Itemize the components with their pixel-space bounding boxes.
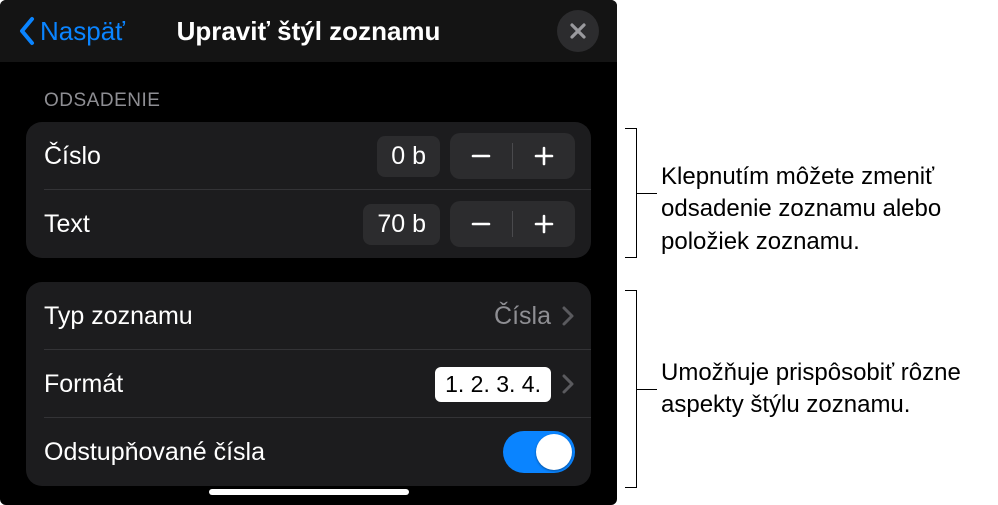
format-row[interactable]: Formát 1. 2. 3. 4. (26, 350, 591, 418)
annotations-pane: Klepnutím môžete zmeniť odsadenie zoznam… (617, 0, 998, 505)
callout-leader (637, 193, 657, 194)
list-type-label: Typ zoznamu (44, 302, 193, 331)
back-label: Naspäť (40, 16, 125, 47)
indent-number-row: Číslo 0 b (26, 122, 591, 190)
tiered-numbers-label: Odstupňované čísla (44, 438, 265, 467)
indent-text-decrement[interactable] (450, 201, 512, 247)
indent-text-increment[interactable] (513, 201, 575, 247)
callout-bracket (625, 128, 637, 258)
indent-number-stepper (450, 133, 575, 179)
tiered-numbers-row: Odstupňované čísla (26, 418, 591, 486)
ios-panel: Naspäť Upraviť štýl zoznamu ODSADENIE Čí… (0, 0, 617, 505)
tiered-numbers-toggle[interactable] (503, 431, 575, 473)
format-label: Formát (44, 370, 123, 399)
indent-number-value[interactable]: 0 b (377, 136, 440, 177)
home-indicator (209, 489, 409, 495)
minus-icon (470, 213, 492, 235)
indent-text-stepper (450, 201, 575, 247)
indent-text-label: Text (44, 210, 90, 239)
close-button[interactable] (557, 10, 599, 52)
list-style-group: Typ zoznamu Čísla Formát 1. 2. 3. 4. Ods… (26, 282, 591, 486)
indent-group: Číslo 0 b Text 70 b (26, 122, 591, 258)
minus-icon (470, 145, 492, 167)
callout-bracket (625, 290, 637, 488)
list-type-row[interactable]: Typ zoznamu Čísla (26, 282, 591, 350)
callout-leader (637, 389, 657, 390)
screenshot-root: Naspäť Upraviť štýl zoznamu ODSADENIE Čí… (0, 0, 998, 505)
indent-text-row: Text 70 b (26, 190, 591, 258)
close-icon (569, 22, 587, 40)
list-type-value: Čísla (494, 302, 551, 331)
indent-text-value[interactable]: 70 b (363, 204, 440, 245)
format-value: 1. 2. 3. 4. (435, 367, 551, 402)
panel-header: Naspäť Upraviť štýl zoznamu (0, 0, 617, 62)
plus-icon (533, 213, 555, 235)
annotation-liststyle: Umožňuje prispôsobiť rôzne aspekty štýlu… (661, 357, 991, 422)
plus-icon (533, 145, 555, 167)
chevron-left-icon (18, 16, 36, 46)
chevron-right-icon (561, 305, 575, 327)
indent-number-increment[interactable] (513, 133, 575, 179)
section-heading-indent: ODSADENIE (44, 90, 617, 112)
indent-number-decrement[interactable] (450, 133, 512, 179)
annotation-indent: Klepnutím môžete zmeniť odsadenie zoznam… (661, 161, 991, 258)
indent-number-label: Číslo (44, 142, 101, 171)
toggle-knob (536, 434, 572, 470)
back-button[interactable]: Naspäť (18, 16, 125, 47)
chevron-right-icon (561, 373, 575, 395)
